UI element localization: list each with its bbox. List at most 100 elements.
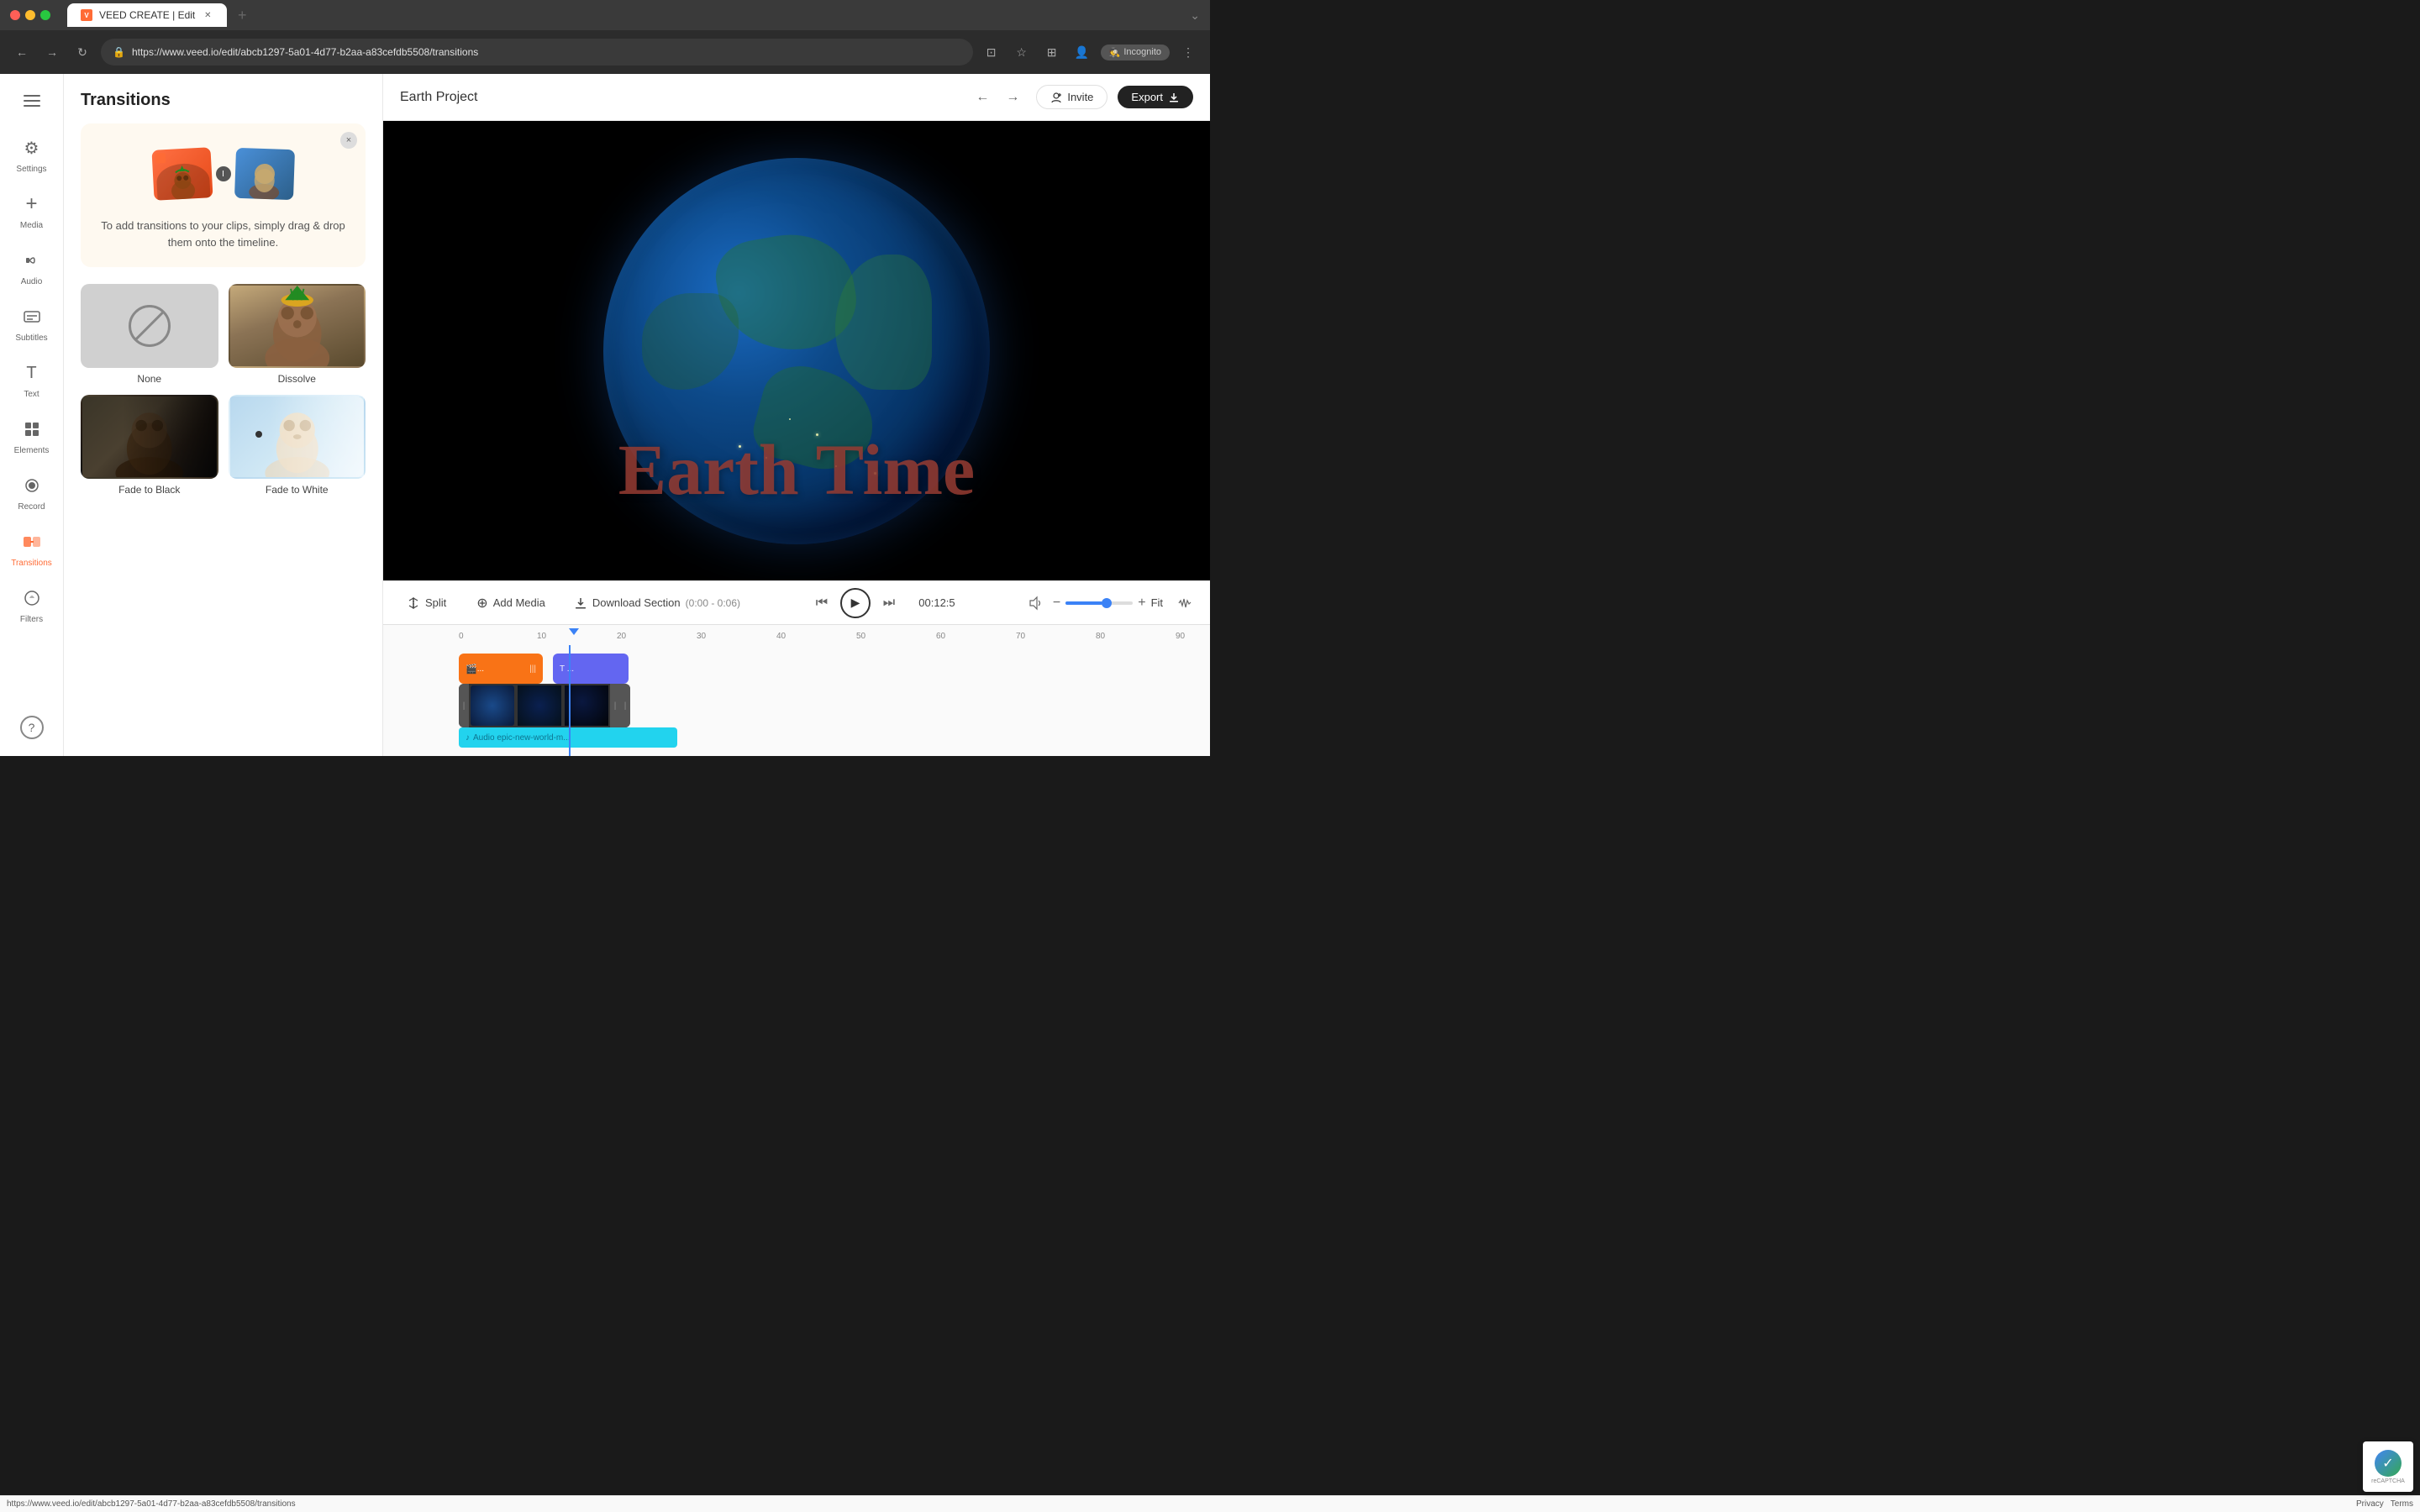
incognito-badge[interactable]: 🕵 Incognito [1101, 45, 1170, 60]
hamburger-line [24, 105, 40, 107]
project-name: Earth Project [400, 90, 959, 105]
timeline: 0 10 20 30 40 50 60 70 80 90 100 110 [383, 624, 1210, 756]
download-section-button[interactable]: Download Section (0:00 - 0:06) [566, 591, 749, 615]
volume-control[interactable] [1028, 596, 1043, 611]
play-button[interactable]: ▶ [840, 588, 871, 618]
zoom-slider-fill [1065, 601, 1102, 605]
cast-icon[interactable]: ⊡ [980, 40, 1003, 64]
add-media-button[interactable]: ⊕ Add Media [466, 590, 555, 617]
privacy-link[interactable]: Privacy [2356, 1499, 2384, 1509]
reload-button[interactable]: ↻ [71, 40, 94, 64]
waveform-button[interactable] [1173, 591, 1197, 615]
transition-fade-black[interactable]: Fade to Black [81, 395, 218, 496]
settings-icon: ⚙ [18, 134, 45, 161]
clip-text-1[interactable]: T ... [553, 654, 629, 684]
transition-dissolve-label: Dissolve [278, 373, 316, 385]
track-left-handle[interactable]: | [459, 684, 469, 727]
zoom-slider[interactable] [1065, 601, 1133, 605]
transition-none-label: None [137, 373, 161, 385]
media-icon: + [18, 191, 45, 218]
sidebar-label-elements: Elements [14, 446, 50, 455]
skip-back-button[interactable]: ⏮ [810, 591, 834, 615]
audio-icon [18, 247, 45, 274]
sidebar-label-text: Text [24, 390, 39, 399]
export-button[interactable]: Export [1118, 86, 1193, 108]
video-thumb-2 [518, 685, 561, 726]
sidebar-item-elements[interactable]: Elements [5, 409, 59, 462]
sidebar-item-text[interactable]: T Text [5, 353, 59, 406]
zoom-in-icon[interactable]: + [1138, 596, 1145, 611]
minimize-window-button[interactable] [25, 10, 35, 20]
tab-grid-icon[interactable]: ⊞ [1040, 40, 1064, 64]
clip-media-1[interactable]: 🎬 ... ||| [459, 654, 543, 684]
sidebar-item-audio[interactable]: Audio [5, 240, 59, 293]
ruler-mark-70: 70 [1016, 632, 1025, 641]
sidebar-item-filters[interactable]: Filters [5, 578, 59, 631]
browser-chrome: V VEED CREATE | Edit ✕ + ⌄ ← → ↻ 🔒 https… [0, 0, 1210, 74]
sidebar-label-record: Record [18, 502, 45, 512]
split-label: Split [425, 596, 446, 609]
redo-button[interactable]: → [999, 84, 1026, 111]
status-bar: https://www.veed.io/edit/abcb1297-5a01-4… [0, 1495, 2420, 1512]
text-icon: T [18, 360, 45, 386]
tabs-chevron-icon[interactable]: ⌄ [1190, 8, 1200, 23]
maximize-window-button[interactable] [40, 10, 50, 20]
window-controls [10, 10, 50, 20]
track-right-handle[interactable]: | [620, 684, 630, 727]
sidebar-item-media[interactable]: + Media [5, 184, 59, 237]
audio-track[interactable]: ♪ Audio epic-new-world-m... [459, 727, 677, 748]
zoom-fit-button[interactable]: Fit [1151, 596, 1163, 609]
app-container: ⚙ Settings + Media Audio [0, 74, 1210, 756]
download-section-label: Download Section [592, 596, 681, 609]
sidebar-item-record[interactable]: Record [5, 465, 59, 518]
zoom-slider-thumb[interactable] [1102, 598, 1112, 608]
sidebar-label-subtitles: Subtitles [15, 333, 47, 343]
elements-icon [18, 416, 45, 443]
skip-forward-button[interactable]: ⏭ [877, 591, 901, 615]
video-track[interactable]: | | [459, 684, 630, 727]
tab-close-button[interactable]: ✕ [202, 9, 213, 21]
playback-controls: ⏮ ▶ ⏭ 00:12:5 [810, 588, 966, 618]
recaptcha-widget[interactable]: ✓ reCAPTCHA [2363, 1441, 2413, 1492]
invite-icon [1050, 92, 1062, 103]
close-window-button[interactable] [10, 10, 20, 20]
back-button[interactable]: ← [10, 40, 34, 64]
zoom-out-icon[interactable]: − [1053, 596, 1060, 611]
panel-title: Transitions [81, 91, 366, 110]
address-bar[interactable]: 🔒 https://www.veed.io/edit/abcb1297-5a01… [101, 39, 973, 66]
export-icon [1168, 92, 1180, 103]
sidebar-item-settings[interactable]: ⚙ Settings [5, 128, 59, 181]
browser-menu-icon[interactable]: ⋮ [1176, 40, 1200, 64]
track-mid-handle[interactable]: | [610, 684, 620, 727]
filters-icon [18, 585, 45, 612]
terms-link[interactable]: Terms [2391, 1499, 2413, 1509]
profile-icon[interactable]: 👤 [1071, 40, 1094, 64]
new-tab-button[interactable]: + [230, 3, 254, 27]
split-icon [407, 596, 420, 610]
split-button[interactable]: Split [397, 591, 456, 615]
transition-dissolve[interactable]: Dissolve [229, 284, 366, 385]
zoom-control: − + Fit [1053, 596, 1163, 611]
video-preview[interactable]: Earth Time [383, 121, 1210, 580]
browser-tabs: V VEED CREATE | Edit ✕ + ⌄ [67, 3, 1200, 27]
sidebar-item-subtitles[interactable]: Subtitles [5, 297, 59, 349]
status-url: https://www.veed.io/edit/abcb1297-5a01-4… [7, 1499, 2356, 1509]
hamburger-menu-button[interactable] [15, 84, 49, 118]
clip-icon: 🎬 [466, 664, 477, 675]
invite-button[interactable]: Invite [1036, 85, 1107, 109]
sidebar-item-transitions[interactable]: Transitions [5, 522, 59, 575]
subtitles-icon [18, 303, 45, 330]
incognito-hat-icon: 🕵 [1109, 47, 1121, 58]
forward-button[interactable]: → [40, 40, 64, 64]
sidebar-item-help[interactable]: ? [5, 709, 59, 746]
active-tab[interactable]: V VEED CREATE | Edit ✕ [67, 3, 227, 27]
undo-button[interactable]: ← [969, 84, 996, 111]
transition-fade-white[interactable]: Fade to White [229, 395, 366, 496]
audio-track-label: Audio epic-new-world-m... [473, 733, 571, 743]
bookmark-icon[interactable]: ☆ [1010, 40, 1034, 64]
hint-close-button[interactable]: × [340, 132, 357, 149]
track-row-audio: ♪ Audio epic-new-world-m... [459, 726, 1210, 749]
clip-label-1: ... [477, 664, 484, 674]
ruler-mark-10: 10 [537, 632, 546, 641]
transition-none[interactable]: None [81, 284, 218, 385]
